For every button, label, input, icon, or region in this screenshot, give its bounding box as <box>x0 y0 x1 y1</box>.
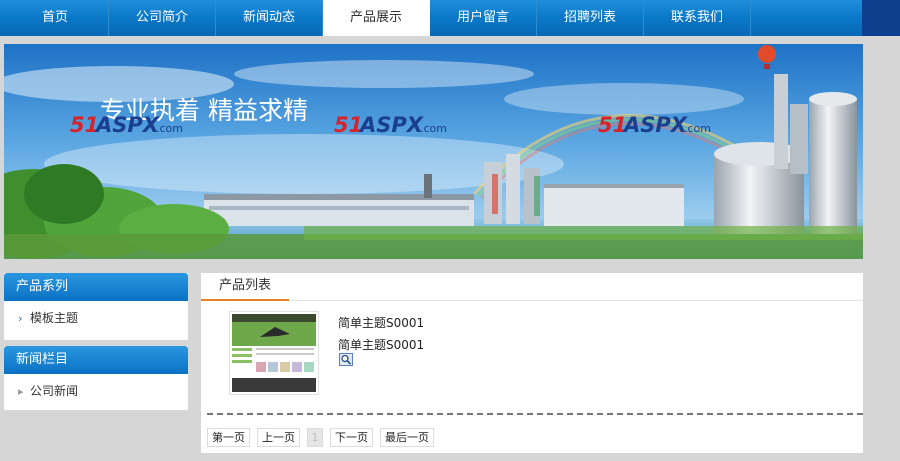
hero-banner: 专业执着 精益求精 51 ASPX .com 51 ASPX .com 51 A… <box>4 44 863 259</box>
nav-item-messages[interactable]: 用户留言 <box>430 0 537 36</box>
triangle-right-icon: ▸ <box>18 385 24 398</box>
sidebar-item-label: 模板主题 <box>30 311 79 325</box>
sidebar-item-label: 公司新闻 <box>30 384 79 398</box>
nav-list: 首页 公司简介 新闻动态 产品展示 用户留言 招聘列表 联系我们 <box>2 0 751 36</box>
product-list-panel: 产品列表 简单主题S0001 简单主题S0001 第一页 上一页 1 下一页 最… <box>201 273 863 453</box>
nav-item-home[interactable]: 首页 <box>2 0 109 36</box>
banner-artwork: 专业执着 精益求精 51 ASPX .com 51 ASPX .com 51 A… <box>4 44 863 259</box>
svg-text:.com: .com <box>156 122 183 135</box>
sidebar-news: 新闻栏目 ▸ 公司新闻 <box>4 346 188 410</box>
svg-text:.com: .com <box>684 122 711 135</box>
svg-text:51: 51 <box>598 113 627 137</box>
svg-text:.com: .com <box>420 122 447 135</box>
nav-item-news[interactable]: 新闻动态 <box>216 0 323 36</box>
svg-text:ASPX: ASPX <box>94 113 161 137</box>
tab-bar: 产品列表 <box>201 273 863 301</box>
svg-text:51: 51 <box>334 113 363 137</box>
svg-text:ASPX: ASPX <box>622 113 689 137</box>
nav-item-products[interactable]: 产品展示 <box>323 0 430 36</box>
magnify-icon[interactable] <box>339 353 353 366</box>
product-thumbnail[interactable] <box>229 311 319 395</box>
product-title-text[interactable]: 简单主题S0001 <box>338 336 424 353</box>
sidebar-products-title: 产品系列 <box>4 273 188 301</box>
first-page-button[interactable]: 第一页 <box>207 428 250 447</box>
chevron-right-icon: › <box>18 312 23 325</box>
pagination: 第一页 上一页 1 下一页 最后一页 <box>207 428 441 447</box>
tab-product-list[interactable]: 产品列表 <box>201 273 289 301</box>
product-thumbnail-image <box>230 312 318 394</box>
product-title-link[interactable]: 简单主题S0001 <box>338 314 424 331</box>
nav-item-contact[interactable]: 联系我们 <box>644 0 751 36</box>
nav-right-cap <box>862 0 900 36</box>
svg-text:ASPX: ASPX <box>358 113 425 137</box>
current-page-indicator: 1 <box>307 428 323 447</box>
sidebar-products: 产品系列 › 模板主题 <box>4 273 188 340</box>
separator-line <box>207 413 863 415</box>
next-page-button[interactable]: 下一页 <box>330 428 373 447</box>
nav-item-about[interactable]: 公司简介 <box>109 0 216 36</box>
sidebar-item-template-theme[interactable]: › 模板主题 <box>4 301 188 335</box>
nav-item-jobs[interactable]: 招聘列表 <box>537 0 644 36</box>
top-navigation: 首页 公司简介 新闻动态 产品展示 用户留言 招聘列表 联系我们 <box>0 0 900 36</box>
prev-page-button[interactable]: 上一页 <box>257 428 300 447</box>
sidebar-item-company-news[interactable]: ▸ 公司新闻 <box>4 374 188 408</box>
sidebar-news-title: 新闻栏目 <box>4 346 188 374</box>
last-page-button[interactable]: 最后一页 <box>380 428 434 447</box>
svg-text:51: 51 <box>70 113 99 137</box>
